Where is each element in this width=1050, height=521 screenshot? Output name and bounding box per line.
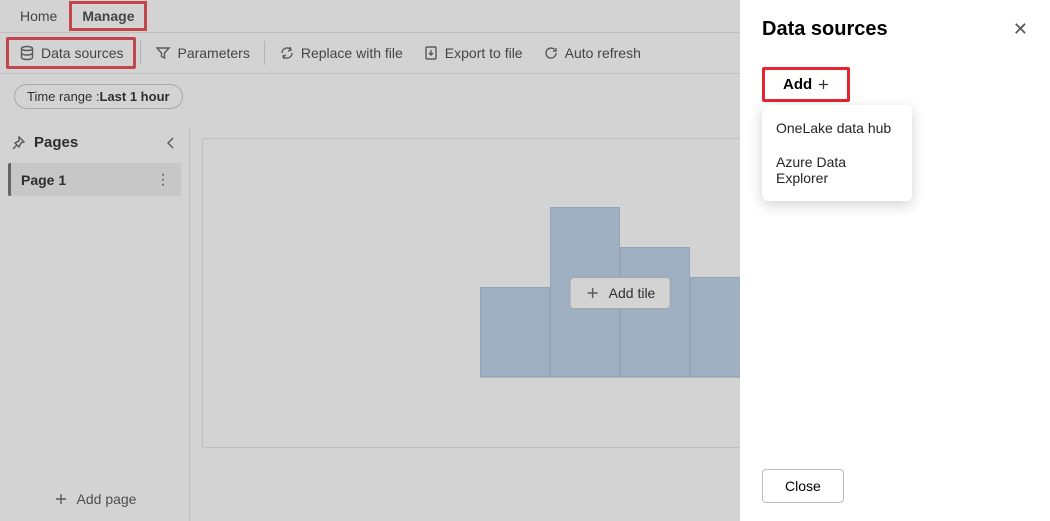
add-page-button[interactable]: Add page (0, 477, 189, 521)
close-button[interactable]: Close (762, 469, 844, 503)
plus-icon (818, 79, 829, 90)
add-data-source-button[interactable]: Add (762, 67, 850, 102)
replace-icon (279, 45, 295, 61)
add-dropdown: OneLake data hub Azure Data Explorer (762, 105, 912, 201)
toolbar-export-label: Export to file (445, 45, 523, 61)
add-tile-label: Add tile (609, 285, 656, 301)
breadcrumb-manage[interactable]: Manage (69, 1, 147, 31)
pin-icon (10, 135, 26, 151)
more-icon[interactable]: ⋮ (156, 171, 171, 188)
data-sources-panel: Data sources ✕ Add OneLake data hub Azur… (740, 0, 1050, 521)
filter-icon (155, 45, 171, 61)
toolbar-auto-refresh[interactable]: Auto refresh (533, 40, 651, 66)
sidebar-page-item[interactable]: Page 1 ⋮ (8, 163, 181, 196)
close-icon[interactable]: ✕ (1013, 19, 1028, 40)
chart-bar (620, 247, 690, 377)
toolbar-replace-label: Replace with file (301, 45, 403, 61)
time-range-pill[interactable]: Time range : Last 1 hour (14, 84, 183, 109)
toolbar-export[interactable]: Export to file (413, 40, 533, 66)
toolbar-data-sources[interactable]: Data sources (6, 37, 136, 69)
add-page-label: Add page (77, 491, 137, 507)
breadcrumb-home[interactable]: Home (8, 2, 69, 30)
toolbar-auto-refresh-label: Auto refresh (565, 45, 641, 61)
dropdown-item-onelake[interactable]: OneLake data hub (762, 111, 912, 145)
plus-icon (53, 491, 69, 507)
toolbar-separator (264, 41, 265, 65)
toolbar-parameters-label: Parameters (177, 45, 249, 61)
sidebar: Pages Page 1 ⋮ Add page (0, 126, 190, 521)
time-range-label: Time range : (27, 89, 100, 104)
page-label: Page 1 (21, 172, 66, 188)
toolbar-parameters[interactable]: Parameters (145, 40, 259, 66)
sidebar-title: Pages (34, 134, 78, 151)
chart-bar (480, 287, 550, 377)
refresh-icon (543, 45, 559, 61)
toolbar-data-sources-label: Data sources (41, 45, 123, 61)
plus-icon (585, 285, 601, 301)
chevron-left-icon[interactable] (163, 135, 179, 151)
sidebar-header: Pages (0, 126, 189, 159)
dropdown-item-azure-data-explorer[interactable]: Azure Data Explorer (762, 145, 912, 195)
time-range-value: Last 1 hour (100, 89, 170, 104)
toolbar-separator (140, 41, 141, 65)
export-icon (423, 45, 439, 61)
toolbar-replace[interactable]: Replace with file (269, 40, 413, 66)
database-icon (19, 45, 35, 61)
panel-title: Data sources (762, 18, 888, 41)
add-label: Add (783, 76, 812, 93)
add-tile-button[interactable]: Add tile (570, 277, 671, 309)
